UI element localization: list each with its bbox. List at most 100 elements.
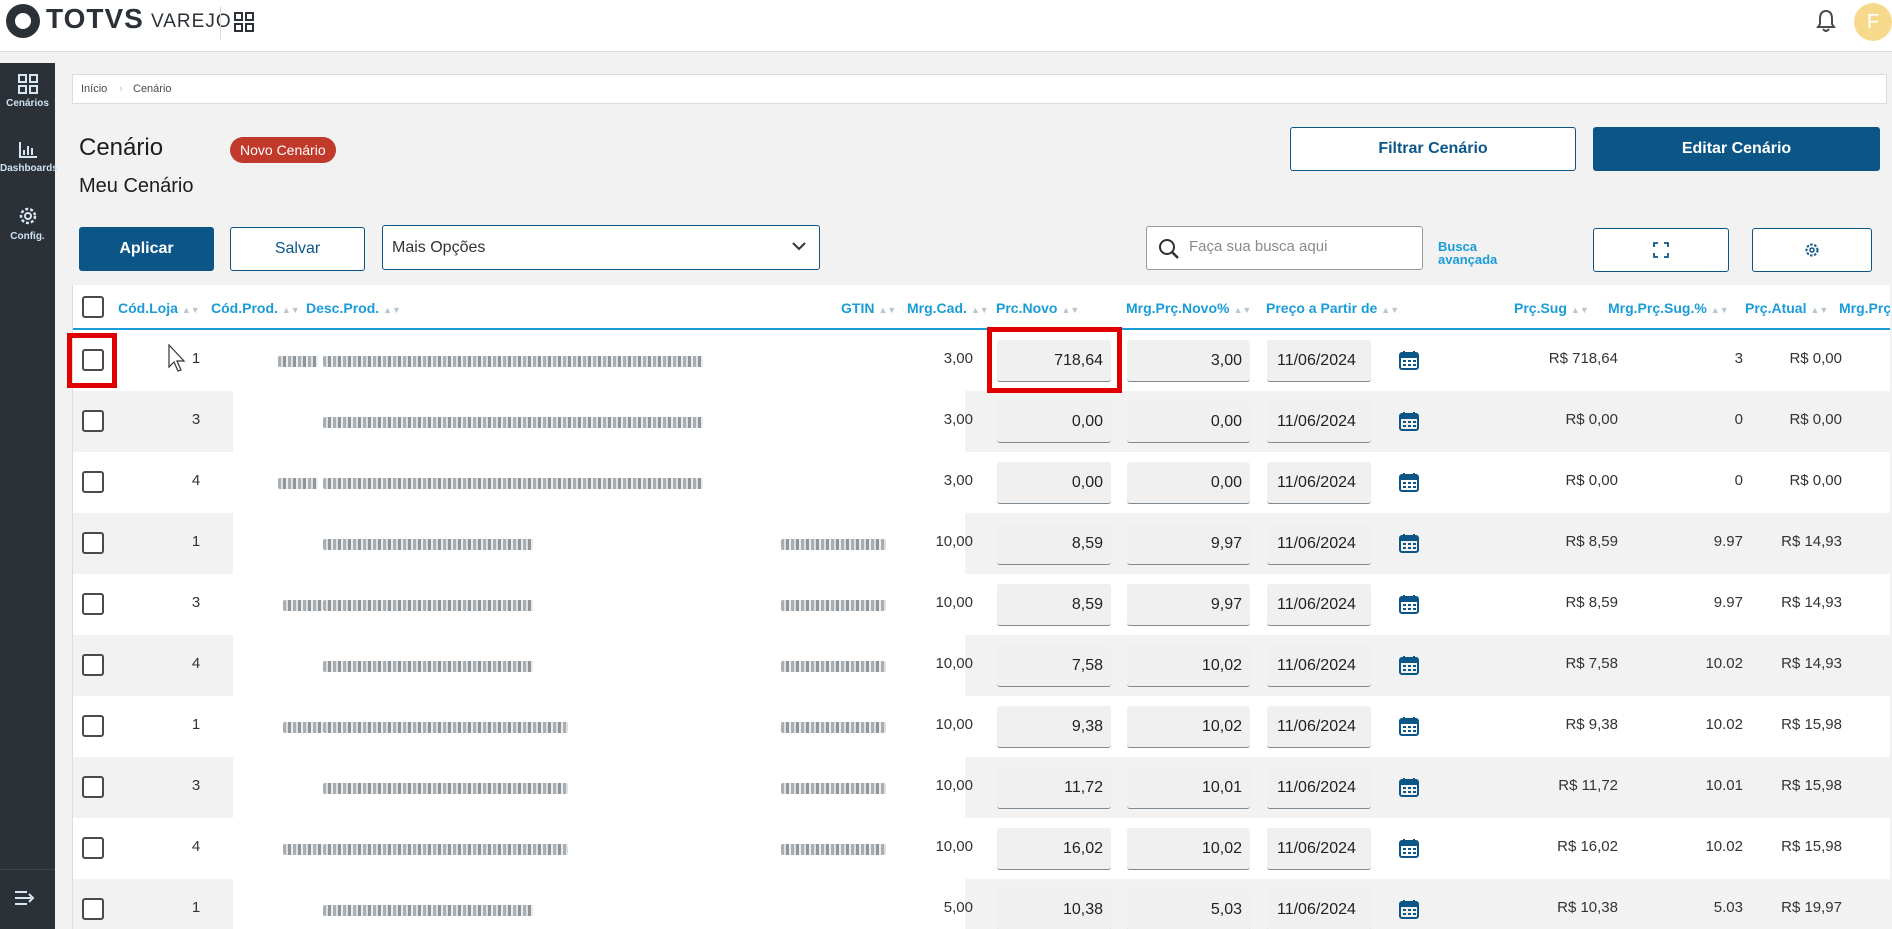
edit-scenario-button[interactable]: Editar Cenário (1593, 127, 1880, 171)
apply-button[interactable]: Aplicar (79, 227, 214, 271)
mrg-prc-novo-input[interactable]: 0,00 (1127, 401, 1250, 443)
topbar-divider (220, 6, 221, 40)
cell-mrg-cad: 10,00 (935, 655, 973, 672)
filter-scenario-button[interactable]: Filtrar Cenário (1290, 127, 1576, 171)
apps-grid-icon[interactable] (234, 12, 254, 32)
grid-icon (17, 74, 38, 94)
prc-novo-input[interactable]: 0,00 (997, 462, 1111, 504)
prc-novo-input[interactable]: 11,72 (997, 767, 1111, 809)
row-checkbox[interactable] (82, 410, 104, 432)
advanced-search-link[interactable]: Busca avançada (1438, 240, 1508, 266)
fullscreen-button[interactable] (1593, 228, 1729, 272)
search-box[interactable] (1146, 226, 1423, 270)
prc-novo-input[interactable]: 10,38 (997, 889, 1111, 929)
row-checkbox[interactable] (82, 471, 104, 493)
column-header-prc-novo[interactable]: Prc.Novo ▲▼ (996, 300, 1079, 316)
row-checkbox[interactable] (82, 898, 104, 920)
search-input[interactable] (1189, 238, 1409, 255)
column-header-cod-prod[interactable]: Cód.Prod. ▲▼ (211, 300, 300, 316)
mrg-prc-novo-input[interactable]: 9,97 (1127, 523, 1250, 565)
sidebar-footer (0, 869, 55, 929)
breadcrumb-home[interactable]: Início (81, 83, 107, 95)
sidebar-item-config[interactable]: Config. (0, 205, 55, 242)
calendar-icon[interactable] (1399, 838, 1419, 858)
breadcrumb-chevron-icon: › (119, 83, 123, 95)
cell-gtin-redacted (781, 844, 886, 855)
sidebar-item-dashboards[interactable]: Dashboards (0, 141, 58, 174)
calendar-icon[interactable] (1399, 899, 1419, 919)
calendar-icon[interactable] (1399, 716, 1419, 736)
preco-a-partir-de-input[interactable]: 11/06/2024 (1267, 767, 1371, 809)
calendar-icon[interactable] (1399, 472, 1419, 492)
calendar-icon[interactable] (1399, 350, 1419, 370)
row-checkbox[interactable] (82, 776, 104, 798)
mrg-prc-novo-input[interactable]: 10,02 (1127, 645, 1250, 687)
column-header-mrg-prc-sug[interactable]: Mrg.Prç.Sug.% ▲▼ (1608, 300, 1729, 316)
preco-a-partir-de-input[interactable]: 11/06/2024 (1267, 523, 1371, 565)
status-badge: Novo Cenário (230, 137, 336, 163)
preco-a-partir-de-input[interactable]: 11/06/2024 (1267, 340, 1371, 382)
cell-cod-loja: 1 (191, 716, 201, 733)
mrg-prc-novo-input[interactable]: 10,02 (1127, 706, 1250, 748)
preco-a-partir-de-input[interactable]: 11/06/2024 (1267, 645, 1371, 687)
row-checkbox[interactable] (82, 654, 104, 676)
mrg-prc-novo-input[interactable]: 10,01 (1127, 767, 1250, 809)
sidebar-item-cenarios[interactable]: Cenários (0, 74, 55, 109)
mrg-prc-novo-input[interactable]: 9,97 (1127, 584, 1250, 626)
cell-prc-atual: R$ 14,93 (1781, 594, 1842, 611)
prc-novo-input[interactable]: 16,02 (997, 828, 1111, 870)
table-settings-button[interactable] (1752, 228, 1872, 272)
notification-bell-icon[interactable] (1815, 9, 1837, 33)
cell-prc-sug: R$ 718,64 (1548, 350, 1618, 367)
row-checkbox[interactable] (82, 715, 104, 737)
user-avatar[interactable]: F (1854, 3, 1892, 41)
column-header-prc-sug[interactable]: Prç.Sug ▲▼ (1514, 300, 1589, 316)
cell-prc-atual: R$ 0,00 (1789, 411, 1842, 428)
preco-a-partir-de-input[interactable]: 11/06/2024 (1267, 828, 1371, 870)
preco-a-partir-de-input[interactable]: 11/06/2024 (1267, 584, 1371, 626)
prc-novo-input[interactable]: 7,58 (997, 645, 1111, 687)
prc-novo-input[interactable]: 8,59 (997, 523, 1111, 565)
mrg-prc-novo-input[interactable]: 10,02 (1127, 828, 1250, 870)
select-all-checkbox[interactable] (82, 296, 104, 318)
preco-a-partir-de-input[interactable]: 11/06/2024 (1267, 889, 1371, 929)
row-checkbox[interactable] (82, 837, 104, 859)
column-header-preco-a-partir-de[interactable]: Preço a Partir de ▲▼ (1266, 300, 1399, 316)
mrg-prc-novo-input[interactable]: 5,03 (1127, 889, 1250, 929)
prc-novo-input[interactable]: 0,00 (997, 401, 1111, 443)
calendar-icon[interactable] (1399, 777, 1419, 797)
chevron-down-icon (792, 242, 806, 251)
fullscreen-icon (1653, 242, 1669, 258)
column-header-prc-atual[interactable]: Prç.Atual ▲▼ (1745, 300, 1828, 316)
column-header-mrg-prc-novo[interactable]: Mrg.Prç.Novo% ▲▼ (1126, 300, 1251, 316)
column-header-cod-loja[interactable]: Cód.Loja ▲▼ (118, 300, 200, 316)
cell-desc-prod-redacted (323, 600, 533, 611)
more-options-select[interactable]: Mais Opções (382, 225, 820, 270)
preco-a-partir-de-input[interactable]: 11/06/2024 (1267, 706, 1371, 748)
calendar-icon[interactable] (1399, 411, 1419, 431)
expand-menu-icon[interactable] (14, 890, 36, 906)
column-header-mrg-prc[interactable]: Mrg.Prç (1839, 300, 1890, 316)
cell-prc-atual: R$ 15,98 (1781, 716, 1842, 733)
row-checkbox[interactable] (82, 532, 104, 554)
column-header-desc-prod[interactable]: Desc.Prod. ▲▼ (306, 300, 401, 316)
preco-a-partir-de-input[interactable]: 11/06/2024 (1267, 401, 1371, 443)
preco-a-partir-de-input[interactable]: 11/06/2024 (1267, 462, 1371, 504)
column-header-mrg-cad[interactable]: Mrg.Cad. ▲▼ (907, 300, 989, 316)
highlight-prc-novo-row1 (987, 327, 1122, 393)
mrg-prc-novo-input[interactable]: 3,00 (1127, 340, 1250, 382)
save-button[interactable]: Salvar (230, 227, 365, 271)
calendar-icon[interactable] (1399, 533, 1419, 553)
mrg-prc-novo-input[interactable]: 0,00 (1127, 462, 1250, 504)
column-header-gtin[interactable]: GTIN ▲▼ (841, 300, 896, 316)
cell-cod-loja: 1 (191, 533, 201, 550)
calendar-icon[interactable] (1399, 594, 1419, 614)
cell-prc-sug: R$ 0,00 (1565, 472, 1618, 489)
prc-novo-input[interactable]: 8,59 (997, 584, 1111, 626)
totvs-logo-icon (6, 4, 40, 38)
cell-prc-atual: R$ 14,93 (1781, 655, 1842, 672)
calendar-icon[interactable] (1399, 655, 1419, 675)
row-checkbox[interactable] (82, 593, 104, 615)
prc-novo-input[interactable]: 9,38 (997, 706, 1111, 748)
breadcrumb: Início › Cenário (72, 74, 1887, 104)
